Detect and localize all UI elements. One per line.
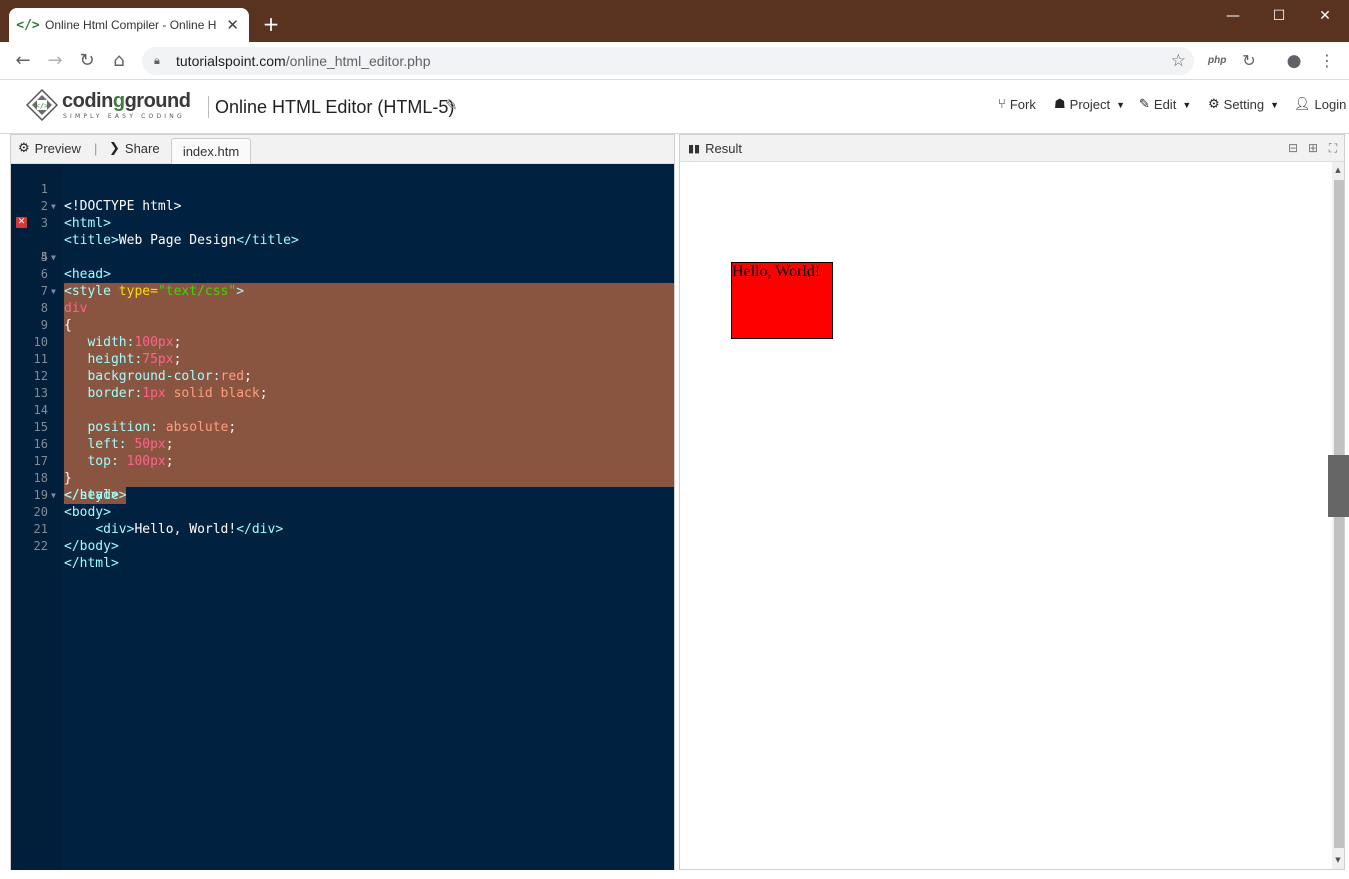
page-title: Online HTML Editor (HTML-5) [215,97,455,117]
gears-icon: ⚙ [18,141,30,156]
editor-toolbar: ⚙ Preview | ❯ Share index.htm [11,135,674,164]
code-icon: </> [16,17,40,33]
caret-down-icon: ▼ [1116,99,1126,110]
browser-toolbar: ← → ↻ ⌂ 🔒︎ tutorialspoint.com/online_htm… [0,42,1349,80]
bar-chart-icon: ▮▮ [688,142,701,155]
codingground-logo-icon[interactable]: </> [26,89,58,121]
tab-close-icon[interactable]: ✕ [226,17,239,33]
extension-icon[interactable]: ↻ [1237,49,1261,73]
code-line: 14 left: 50px; [11,385,674,453]
hello-world-box: Hello, World! [731,262,833,339]
browser-tab[interactable]: </> Online Html Compiler - Online H ✕ [9,8,249,42]
result-toolbar: ▮▮ Result ⊟ ⊞ ⛶ [680,135,1344,162]
code-editor[interactable]: 1 <!DOCTYPE html> 2 ▼ <html> 3 <title>Web… [11,164,674,870]
header-divider [208,96,209,118]
toolbar-separator: | [94,141,98,156]
file-tab-index[interactable]: index.htm [171,138,251,164]
code-line: 18 </head> [33,471,119,503]
edit-title-icon[interactable]: ✎ [445,96,458,114]
gear-icon: ⚙ [1208,97,1220,112]
code-line: 22 </html> [33,539,119,571]
error-marker-icon[interactable]: ✕ [16,217,27,228]
expand-view-icon[interactable]: ⊞ [1305,140,1321,156]
code-line: 2 ▼ <html> [40,199,111,231]
preview-button[interactable]: ⚙ Preview [18,141,81,156]
code-line: 3 <title>Web Page Design</title> [40,216,299,248]
code-line: 12 [11,351,674,419]
address-bar[interactable]: 🔒︎ tutorialspoint.com/online_html_editor… [142,47,1194,75]
forward-icon[interactable]: → [43,49,67,73]
tab-title: Online Html Compiler - Online H [45,18,217,32]
code-line: 5 ▼ <style type="text/css"> [11,232,674,300]
result-frame[interactable]: Hello, World! ▲ ▼ [680,162,1344,869]
caret-down-icon: ▼ [1270,99,1280,110]
logo-text[interactable]: codingground [62,90,191,113]
code-line: 20 <div>Hello, World!</div> [33,505,284,537]
collapse-view-icon[interactable]: ⊟ [1285,140,1301,156]
browser-menu-icon[interactable]: ⋮ [1315,49,1339,73]
url-host: tutorialspoint.com [176,53,286,69]
code-line: ✕ 4 ▼ <head> [16,217,111,282]
edit-menu[interactable]: ✎ Edit ▼ [1139,97,1191,112]
code-line: 6 div [11,249,674,317]
caret-down-icon: ▼ [1182,99,1192,110]
code-line: 11 border:1px solid black; [11,334,674,402]
edit-icon: ✎ [1139,97,1150,112]
profile-icon[interactable]: ● [1282,49,1306,73]
page-scroll-handle[interactable] [1328,455,1349,517]
code-line: 10 background-color:red; [11,317,674,385]
back-icon[interactable]: ← [11,49,35,73]
svg-text:</>: </> [36,102,49,110]
code-line: 17 </style> [33,454,127,504]
scroll-down-icon[interactable]: ▼ [1332,854,1344,866]
logo-tagline: SIMPLY EASY CODING [63,113,185,120]
sitemap-icon: ☗ [1054,97,1066,112]
minimize-button[interactable]: — [1210,4,1256,28]
code-line: 13 position: absolute; [11,368,674,436]
project-menu[interactable]: ☗ Project ▼ [1054,97,1125,112]
code-line: 15 top: 100px; [11,402,674,470]
result-pane: ▮▮ Result ⊟ ⊞ ⛶ Hello, World! ▲ ▼ [679,134,1345,870]
php-extension-icon[interactable]: php [1208,51,1226,71]
code-line: 21 </body> [33,522,119,554]
code-line: 7 ▼ { [11,266,674,334]
scroll-up-icon[interactable]: ▲ [1332,164,1344,176]
code-line: 8 width:100px; [11,283,674,351]
user-icon: 👤︎ [1294,97,1311,112]
code-line: 1 <!DOCTYPE html> [40,182,182,214]
share-icon: ❯ [109,141,120,156]
bookmark-star-icon[interactable]: ☆ [1171,51,1186,71]
reload-icon[interactable]: ↻ [75,49,99,73]
login-link[interactable]: 👤︎ Login [1294,97,1346,112]
close-window-button[interactable]: ✕ [1302,4,1348,28]
setting-menu[interactable]: ⚙ Setting ▼ [1208,97,1279,112]
site-header: </> codingground SIMPLY EASY CODING Onli… [0,80,1349,134]
result-title: ▮▮ Result [688,141,742,156]
fork-menu[interactable]: ⑂ Fork [998,97,1036,112]
editor-pane: ⚙ Preview | ❯ Share index.htm 1 <!DOCTYPE … [10,134,675,870]
code-line: 16 } [11,419,674,487]
url-path: /online_html_editor.php [285,53,431,69]
code-line: 19 ▼ <body> [33,488,111,520]
maximize-button[interactable]: ☐ [1256,4,1302,28]
new-tab-button[interactable]: + [261,14,281,34]
fork-icon: ⑂ [998,97,1006,112]
fullscreen-icon[interactable]: ⛶ [1325,140,1341,156]
home-icon[interactable]: ⌂ [107,49,131,73]
share-button[interactable]: ❯ Share [109,141,160,156]
code-line: 9 height:75px; [11,300,674,368]
lock-icon: 🔒︎ [154,55,160,67]
browser-titlebar: </> Online Html Compiler - Online H ✕ + … [0,0,1349,42]
